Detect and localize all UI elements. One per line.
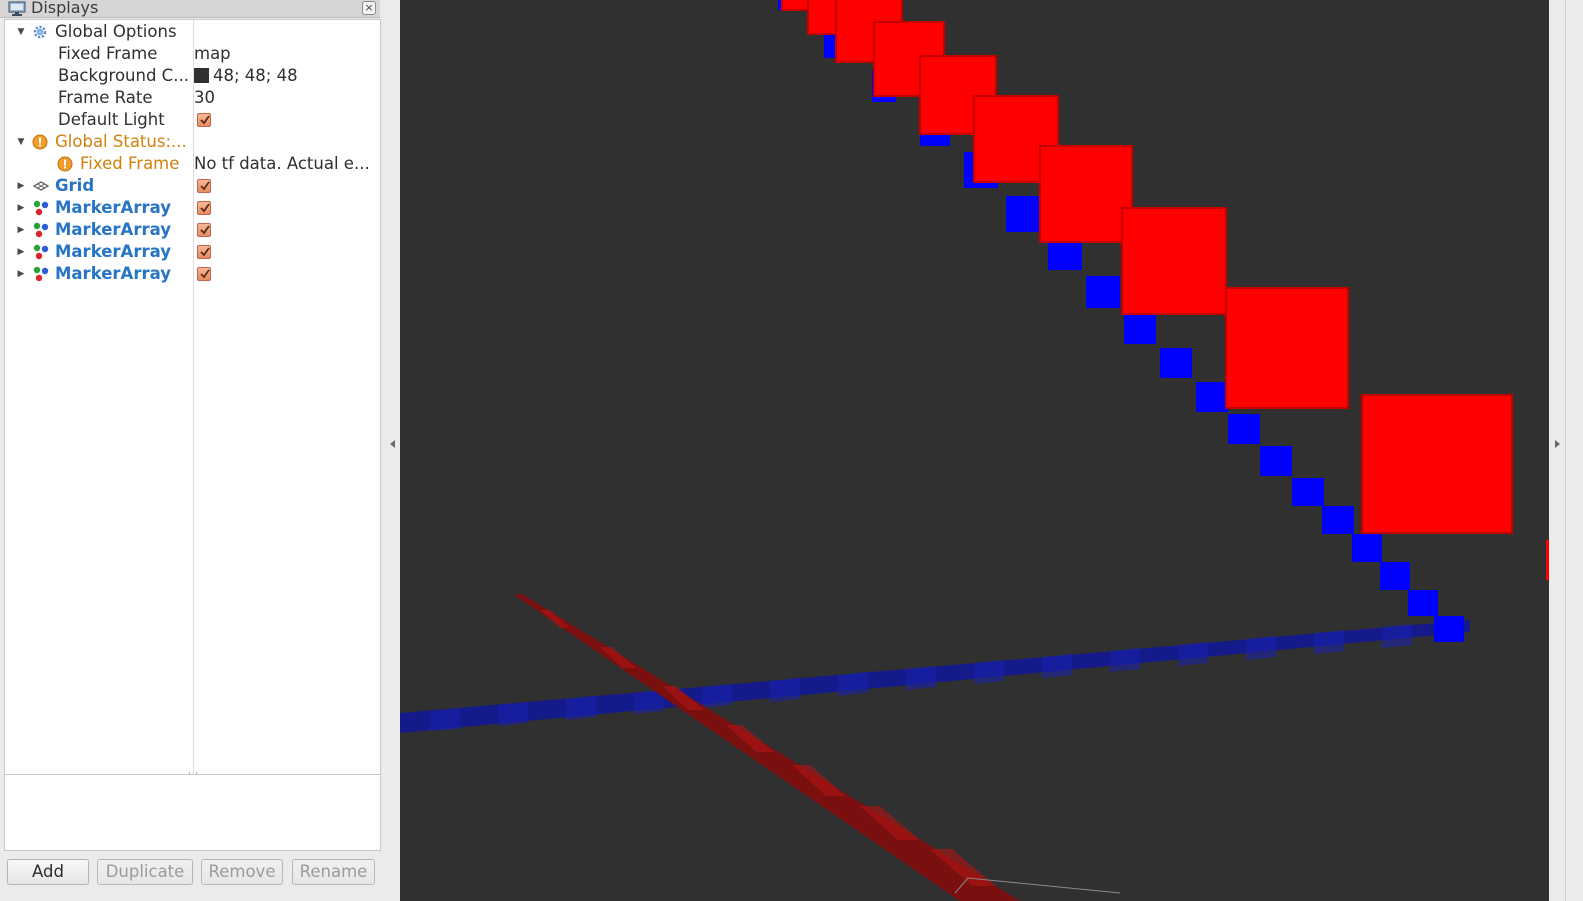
displays-panel: Displays × ▼ Global Options Fixed Frame …: [0, 0, 385, 901]
blue-line-cells: [430, 624, 1412, 731]
gear-icon: [33, 25, 47, 39]
monitor-icon: [8, 1, 26, 16]
tree-row-default-light[interactable]: Default Light: [5, 109, 380, 131]
default-light-checkbox[interactable]: [197, 113, 211, 127]
grid-label: Grid: [55, 176, 95, 195]
tree-row-grid[interactable]: ▶ Grid: [5, 175, 380, 197]
marker-array-icon: [33, 244, 49, 260]
check-icon: [200, 225, 210, 235]
background-color-label: Background C...: [58, 66, 189, 85]
marker-array-checkbox[interactable]: [197, 201, 211, 215]
check-icon: [200, 203, 210, 213]
rviz-window: Displays × ▼ Global Options Fixed Frame …: [0, 0, 1583, 901]
property-description-box: [4, 774, 381, 851]
marker-array-icon: [33, 266, 49, 282]
check-icon: [200, 181, 210, 191]
expand-right-icon[interactable]: ▶: [15, 197, 27, 219]
tree-row-frame-rate[interactable]: Frame Rate 30: [5, 87, 380, 109]
expand-right-icon[interactable]: ▶: [15, 219, 27, 241]
marker-array-checkbox[interactable]: [197, 223, 211, 237]
remove-button[interactable]: Remove: [201, 859, 283, 885]
tree-row-fixed-frame[interactable]: Fixed Frame map: [5, 43, 380, 65]
check-icon: [200, 269, 210, 279]
tree-row-background-color[interactable]: Background C... 48; 48; 48: [5, 65, 380, 87]
marker-array-label: MarkerArray: [55, 242, 171, 261]
tree-row-marker-array[interactable]: ▶ MarkerArray: [5, 241, 380, 263]
duplicate-button[interactable]: Duplicate: [97, 859, 193, 885]
background-color-value[interactable]: 48; 48; 48: [194, 65, 298, 87]
expand-right-icon[interactable]: ▶: [15, 263, 27, 285]
tree-row-marker-array[interactable]: ▶ MarkerArray: [5, 219, 380, 241]
expand-right-icon[interactable]: ▶: [15, 241, 27, 263]
marker-array-label: MarkerArray: [55, 264, 171, 283]
color-swatch[interactable]: [194, 68, 209, 83]
check-icon: [200, 115, 210, 125]
marker-array-checkbox[interactable]: [197, 245, 211, 259]
fixed-frame-value[interactable]: map: [194, 43, 231, 65]
rename-button[interactable]: Rename: [292, 859, 375, 885]
background-color-text: 48; 48; 48: [213, 66, 298, 85]
frame-rate-value[interactable]: 30: [194, 87, 215, 109]
panel-splitter[interactable]: [385, 0, 400, 901]
collapse-left-icon[interactable]: [390, 440, 395, 448]
marker-array-checkbox[interactable]: [197, 267, 211, 281]
grid-checkbox[interactable]: [197, 179, 211, 193]
close-panel-button[interactable]: ×: [362, 1, 376, 15]
right-panel-divider: [1565, 0, 1566, 901]
expand-down-icon[interactable]: ▼: [15, 131, 27, 153]
global-status-label: Global Status:...: [55, 132, 187, 151]
add-button[interactable]: Add: [7, 859, 89, 885]
display-tree: ▼ Global Options Fixed Frame map Backgro…: [4, 19, 381, 777]
red-cube-markers: [781, 0, 1513, 534]
tree-row-marker-array[interactable]: ▶ MarkerArray: [5, 263, 380, 285]
frame-rate-label: Frame Rate: [58, 88, 153, 107]
status-fixed-frame-value: No tf data. Actual e...: [194, 154, 370, 173]
marker-array-icon: [33, 222, 49, 238]
warning-icon: [32, 134, 48, 150]
marker-array-icon: [33, 200, 49, 216]
tree-row-marker-array[interactable]: ▶ MarkerArray: [5, 197, 380, 219]
panel-title: Displays: [31, 0, 99, 17]
right-panel-collapsed[interactable]: [1549, 0, 1583, 901]
tree-row-global-options[interactable]: ▼ Global Options: [5, 21, 380, 43]
marker-array-label: MarkerArray: [55, 220, 171, 239]
expand-down-icon[interactable]: ▼: [15, 21, 27, 43]
fixed-frame-label: Fixed Frame: [58, 44, 158, 63]
status-fixed-frame-label: Fixed Frame: [80, 154, 180, 173]
scene-canvas[interactable]: [400, 0, 1549, 901]
displays-panel-titlebar: Displays ×: [0, 0, 380, 18]
marker-array-label: MarkerArray: [55, 198, 171, 217]
expand-right-icon[interactable]: ▶: [15, 175, 27, 197]
warning-icon: [57, 156, 73, 172]
default-light-label: Default Light: [58, 110, 165, 129]
check-icon: [200, 247, 210, 257]
global-options-label: Global Options: [55, 22, 177, 41]
tree-row-global-status[interactable]: ▼ Global Status:...: [5, 131, 380, 153]
3d-render-view[interactable]: [400, 0, 1549, 901]
expand-right-panel-icon[interactable]: [1555, 440, 1560, 448]
tree-row-status-fixed-frame[interactable]: Fixed Frame No tf data. Actual e...: [5, 153, 380, 175]
grid-icon: [33, 181, 49, 191]
